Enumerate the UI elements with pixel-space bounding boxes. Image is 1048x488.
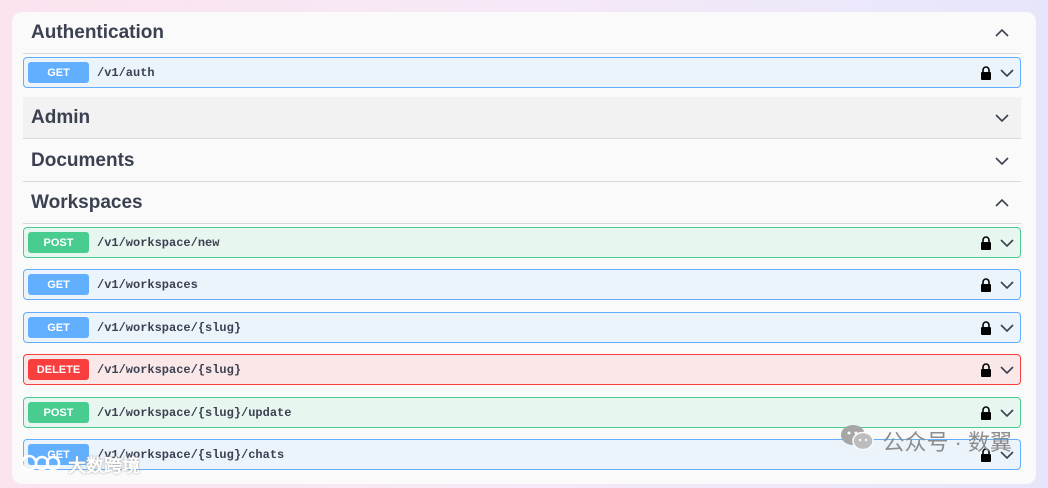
operation-path: /v1/workspace/new (97, 235, 220, 250)
watermark-right: 公众号 · 数翼 (840, 424, 1012, 458)
operation-path: /v1/workspaces (97, 277, 198, 292)
tag-authentication[interactable]: Authentication (23, 12, 1021, 54)
chevron-up-icon[interactable] (995, 26, 1009, 40)
operation-path: /v1/workspace/{slug} (97, 320, 242, 335)
operation-delete-workspace-slug[interactable]: DELETE /v1/workspace/{slug} (23, 354, 1021, 385)
operation-path: /v1/auth (97, 65, 155, 80)
method-badge: POST (28, 232, 89, 253)
watermark-text: 公众号 · 数翼 (882, 430, 1012, 455)
lock-icon[interactable] (980, 320, 992, 335)
watermark-logo-icon (20, 453, 64, 478)
operation-get-workspaces[interactable]: GET /v1/workspaces (23, 269, 1021, 300)
tag-documents[interactable]: Documents (23, 140, 1021, 182)
operation-get-auth[interactable]: GET /v1/auth (23, 57, 1021, 88)
chevron-down-icon[interactable] (1000, 323, 1014, 333)
operation-get-workspace-slug[interactable]: GET /v1/workspace/{slug} (23, 312, 1021, 343)
chevron-down-icon[interactable] (1000, 365, 1014, 375)
swagger-panel: Authentication GET /v1/auth Admin Docume… (12, 12, 1036, 484)
chevron-down-icon[interactable] (1000, 408, 1014, 418)
tag-title: Documents (31, 149, 135, 171)
tag-title: Admin (31, 106, 91, 128)
method-badge: DELETE (28, 359, 89, 380)
chevron-up-icon[interactable] (995, 196, 1009, 210)
chevron-down-icon[interactable] (995, 154, 1009, 168)
tag-title: Workspaces (31, 191, 143, 213)
tag-title: Authentication (31, 21, 164, 43)
chevron-down-icon[interactable] (1000, 68, 1014, 78)
operation-post-workspace-new[interactable]: POST /v1/workspace/new (23, 227, 1021, 258)
operation-path: /v1/workspace/{slug}/update (97, 405, 292, 420)
method-badge: GET (28, 62, 89, 83)
chevron-down-icon[interactable] (995, 111, 1009, 125)
lock-icon[interactable] (980, 362, 992, 377)
chevron-down-icon[interactable] (1000, 238, 1014, 248)
method-badge: POST (28, 402, 89, 423)
lock-icon[interactable] (980, 65, 992, 80)
tag-admin[interactable]: Admin (23, 97, 1021, 139)
lock-icon[interactable] (980, 405, 992, 420)
operation-path: /v1/workspace/{slug} (97, 362, 242, 377)
tag-workspaces[interactable]: Workspaces (23, 182, 1021, 224)
lock-icon[interactable] (980, 235, 992, 250)
wechat-icon (840, 424, 875, 458)
watermark-left: 大数跨境 (20, 452, 140, 478)
lock-icon[interactable] (980, 277, 992, 292)
chevron-down-icon[interactable] (1000, 280, 1014, 290)
method-badge: GET (28, 274, 89, 295)
watermark-text: 大数跨境 (68, 456, 140, 476)
method-badge: GET (28, 317, 89, 338)
